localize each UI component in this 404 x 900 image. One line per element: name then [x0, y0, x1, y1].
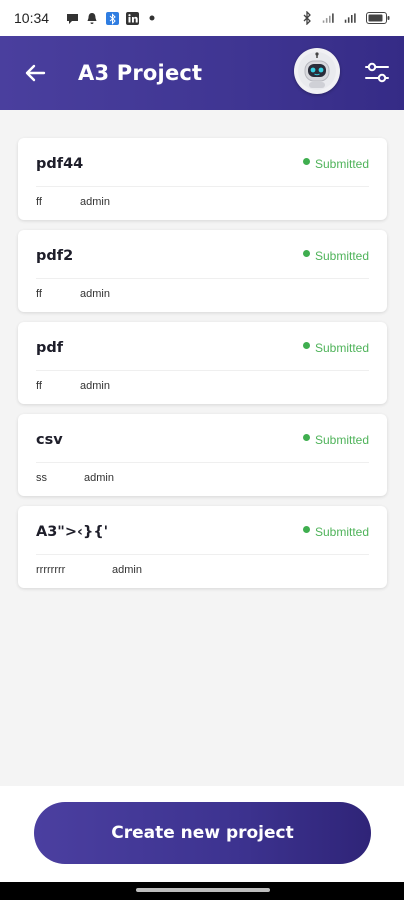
status-badge: Submitted: [302, 157, 369, 171]
status-dot-icon: [302, 249, 310, 257]
project-card[interactable]: pdf44 Submitted ff admin: [18, 138, 387, 220]
project-meta: rrrrrrrr admin: [36, 564, 142, 576]
notification-bell-icon: [85, 11, 99, 25]
home-gesture-handle[interactable]: [136, 888, 270, 892]
status-dot-icon: [302, 157, 310, 165]
project-name: csv: [36, 432, 63, 448]
status-label: Submitted: [314, 157, 369, 171]
project-card[interactable]: csv Submitted ss admin: [18, 414, 387, 496]
status-label: Submitted: [314, 433, 369, 447]
project-owner: admin: [80, 380, 110, 392]
status-label: Submitted: [314, 341, 369, 355]
project-type: ff: [36, 288, 42, 300]
status-bar: 10:34: [0, 0, 404, 36]
project-name: pdf44: [36, 156, 84, 172]
signal-icon: [322, 11, 336, 25]
project-card[interactable]: pdf Submitted ff admin: [18, 322, 387, 404]
bluetooth-icon: [300, 11, 314, 25]
status-right: [300, 11, 390, 25]
status-left: 10:34: [14, 10, 159, 26]
project-name: pdf: [36, 340, 64, 356]
system-nav-bar: [0, 882, 404, 900]
back-arrow-icon[interactable]: [20, 58, 50, 88]
bluetooth-app-icon: [105, 11, 119, 25]
filter-sliders-icon[interactable]: [362, 58, 392, 88]
status-label: Submitted: [314, 249, 369, 263]
project-owner: admin: [112, 564, 142, 576]
status-label: Submitted: [314, 525, 369, 539]
create-project-button[interactable]: Create new project: [34, 802, 371, 864]
project-meta: ss admin: [36, 472, 114, 484]
divider: [36, 278, 369, 279]
divider: [36, 186, 369, 187]
battery-icon: [366, 11, 390, 25]
robot-avatar-icon[interactable]: [294, 48, 340, 94]
bottom-action-area: Create new project: [0, 786, 404, 882]
project-name: A3">‹}{': [36, 524, 109, 540]
project-type: rrrrrrrr: [36, 564, 66, 576]
project-type: ss: [36, 472, 47, 484]
page-title: A3 Project: [78, 61, 203, 85]
project-meta: ff admin: [36, 196, 110, 208]
linkedin-icon: [125, 11, 139, 25]
project-list: pdf44 Submitted ff admin pdf2 Submitted …: [0, 110, 404, 786]
status-time: 10:34: [14, 10, 50, 26]
status-dot-icon: [302, 433, 310, 441]
divider: [36, 554, 369, 555]
project-card[interactable]: A3">‹}{' Submitted rrrrrrrr admin: [18, 506, 387, 588]
divider: [36, 462, 369, 463]
status-dot-icon: [302, 341, 310, 349]
project-meta: ff admin: [36, 288, 110, 300]
project-name: pdf2: [36, 248, 74, 264]
divider: [36, 370, 369, 371]
project-owner: admin: [84, 472, 114, 484]
status-badge: Submitted: [302, 433, 369, 447]
project-type: ff: [36, 196, 42, 208]
app-bar: A3 Project: [0, 36, 404, 110]
project-owner: admin: [80, 196, 110, 208]
dot-icon: [145, 11, 159, 25]
project-owner: admin: [80, 288, 110, 300]
status-dot-icon: [302, 525, 310, 533]
status-badge: Submitted: [302, 249, 369, 263]
wifi-signal-icon: [344, 11, 358, 25]
project-type: ff: [36, 380, 42, 392]
project-card[interactable]: pdf2 Submitted ff admin: [18, 230, 387, 312]
status-badge: Submitted: [302, 525, 369, 539]
status-badge: Submitted: [302, 341, 369, 355]
chat-icon: [65, 11, 79, 25]
project-meta: ff admin: [36, 380, 110, 392]
